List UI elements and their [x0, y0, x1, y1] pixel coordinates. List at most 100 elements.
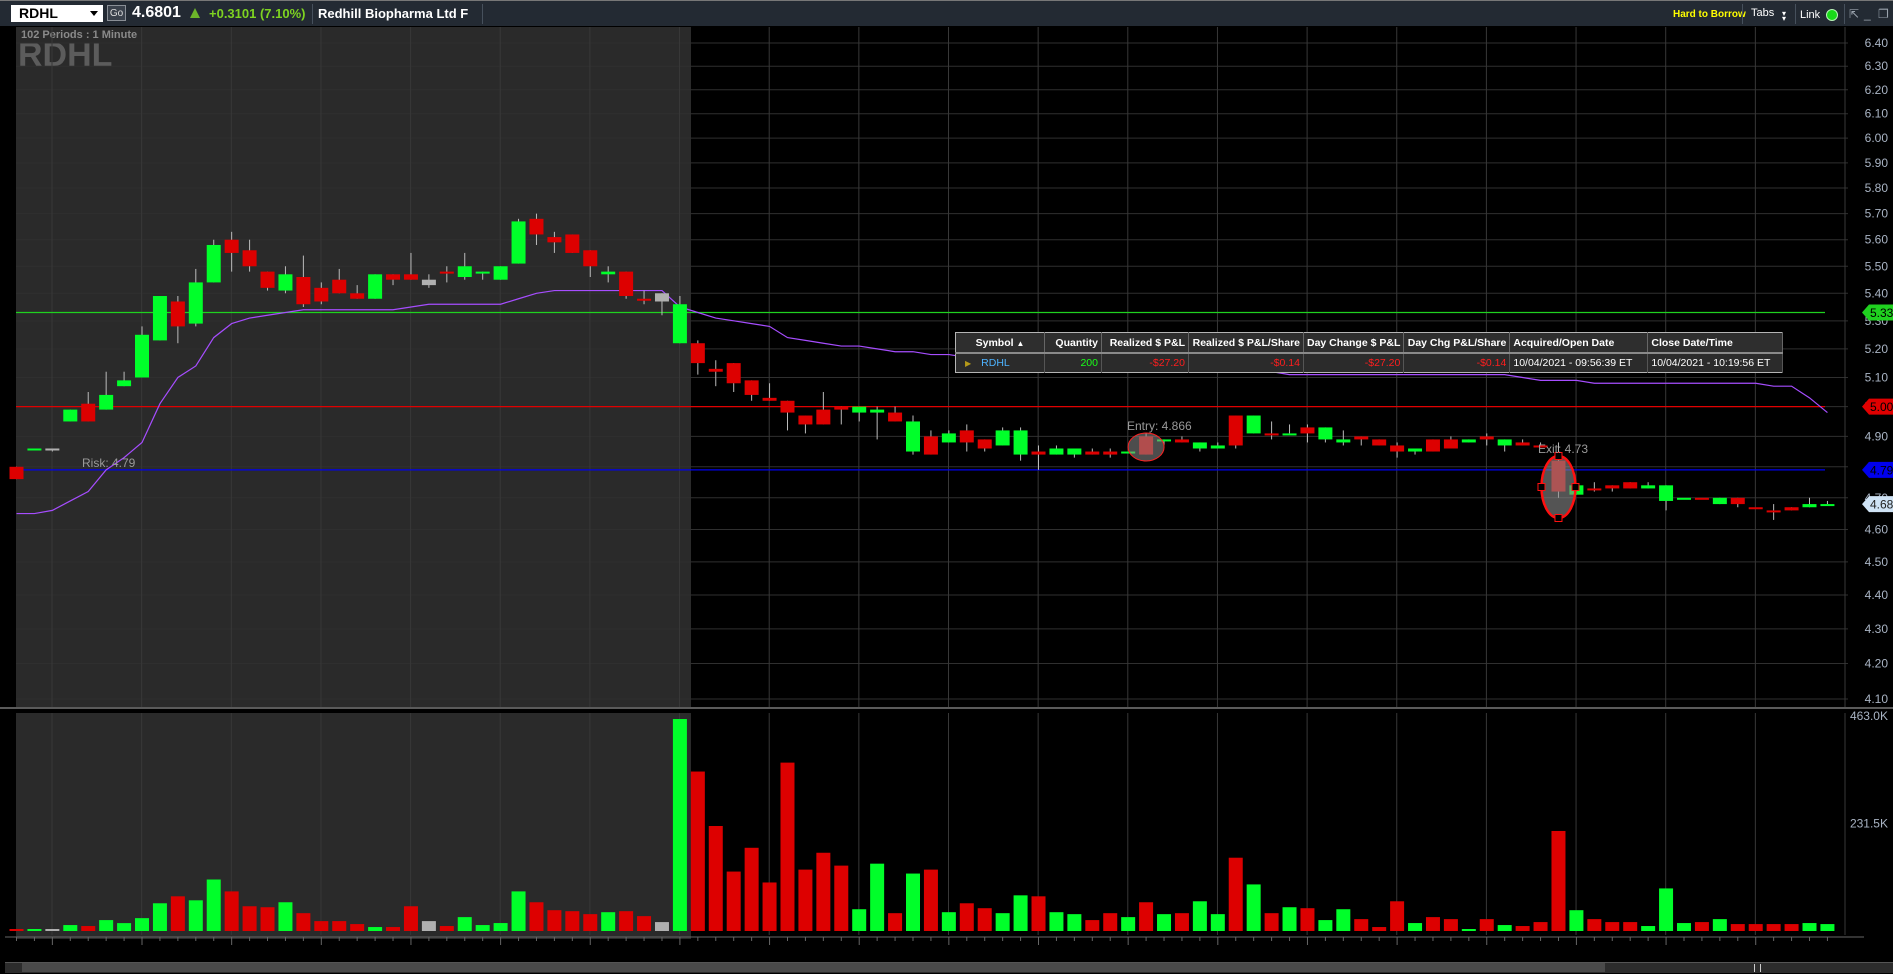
candle — [1605, 485, 1620, 492]
volume-bar — [45, 929, 60, 931]
scrollbar-thumb[interactable] — [22, 963, 1605, 972]
candle-body — [816, 409, 831, 425]
candle — [1300, 424, 1315, 443]
candle-body — [906, 421, 920, 452]
expand-row-icon[interactable]: ▶ — [965, 359, 971, 368]
column-day-change-pl[interactable]: Day Change $ P&L — [1303, 332, 1405, 354]
candle — [565, 234, 580, 253]
candle — [1730, 497, 1745, 508]
candle-body — [439, 271, 454, 274]
y-axis-label: 4.20 — [1865, 657, 1889, 671]
candle-body — [1515, 442, 1530, 446]
chart-canvas[interactable]: 6.40 6.30 6.20 6.10 6.00 5.90 5.80 5.70 5.60 5.50… — [0, 0, 1893, 974]
candle — [1515, 439, 1530, 446]
volume-bar — [1479, 919, 1494, 931]
candle — [1425, 439, 1440, 452]
candle — [278, 266, 293, 294]
volume-bar — [619, 911, 634, 931]
column-day-chg-pl-share[interactable]: Day Chg P&L/Share — [1403, 332, 1511, 354]
candle-body — [1210, 445, 1225, 449]
volume-bar — [726, 871, 741, 931]
volume-bar — [547, 910, 562, 931]
candle-body — [995, 430, 1010, 446]
volume-bar — [350, 924, 365, 931]
column-realized-pl-share[interactable]: Realized $ P&L/Share — [1188, 332, 1304, 354]
candle-body — [1192, 442, 1207, 449]
candle — [1192, 442, 1207, 452]
level-tag-text: 5.33 — [1870, 306, 1893, 320]
volume-bar — [1443, 919, 1458, 931]
candle — [1013, 427, 1028, 461]
candle-body — [1300, 427, 1315, 434]
volume-bar — [1497, 925, 1512, 931]
volume-bar — [242, 906, 257, 931]
y-axis-label: 5.90 — [1865, 156, 1889, 170]
column-realized-pl[interactable]: Realized $ P&L — [1101, 332, 1189, 354]
candle — [1694, 497, 1709, 500]
candle-body — [170, 301, 185, 327]
candle-body — [834, 406, 849, 410]
volume-bar — [1174, 913, 1189, 931]
candle — [135, 326, 150, 378]
candle-body — [1676, 497, 1691, 500]
candle — [619, 271, 634, 299]
volume-bar — [1336, 909, 1351, 931]
candle-body — [941, 433, 956, 443]
table-row[interactable]: ▶ RDHL 200 -$27.20 -$0.14 -$27.20 -$0.14 … — [955, 353, 1783, 373]
column-open-date[interactable]: Acquired/Open Date — [1509, 332, 1649, 354]
candle-body — [637, 298, 652, 301]
candle-body — [260, 271, 275, 288]
candle — [332, 268, 347, 294]
horizontal-scrollbar[interactable] — [5, 962, 1893, 973]
volume-bar — [439, 926, 454, 931]
volume-bar — [1766, 924, 1781, 931]
candle — [529, 213, 544, 245]
candle — [493, 266, 508, 280]
volume-bar — [1623, 922, 1638, 931]
volume-bar — [314, 921, 329, 931]
volume-bar — [1013, 895, 1028, 931]
candle — [834, 406, 849, 425]
candle-body — [117, 380, 132, 387]
exit-marker-handle — [1571, 483, 1580, 491]
exit-label: Exit: 4.73 — [1538, 442, 1588, 456]
candle — [1031, 445, 1046, 470]
volume-bar — [296, 913, 311, 931]
y-axis-label: 5.80 — [1865, 181, 1889, 195]
scrollbar-grip[interactable] — [1754, 964, 1761, 972]
candle-body — [583, 250, 598, 267]
level-tag-text: 4.79 — [1870, 463, 1893, 477]
candle — [511, 218, 526, 264]
column-close-date[interactable]: Close Date/Time — [1647, 332, 1783, 354]
candle-body — [959, 430, 974, 443]
candle — [1318, 427, 1333, 443]
volume-bar — [421, 921, 436, 931]
volume-bar — [1282, 907, 1297, 931]
candle-body — [672, 304, 687, 344]
volume-bar — [9, 929, 24, 931]
sort-asc-icon[interactable]: ▲ — [1016, 339, 1024, 348]
volume-bar — [1157, 914, 1172, 931]
column-label: Symbol — [975, 336, 1014, 349]
volume-axis-label: 231.5K — [1850, 817, 1888, 831]
column-symbol[interactable]: Symbol ▲ — [955, 332, 1045, 354]
candle — [1408, 448, 1423, 455]
candle — [314, 282, 329, 305]
volume-bar — [1264, 913, 1279, 931]
level-tag-text: 5.00 — [1870, 400, 1893, 414]
candle-body — [888, 412, 903, 422]
candle-body — [1049, 448, 1064, 455]
candle-body — [547, 237, 562, 243]
volume-bar — [1533, 922, 1548, 931]
candle — [1228, 415, 1243, 449]
column-quantity[interactable]: Quantity — [1044, 332, 1102, 354]
candle-body — [314, 287, 329, 302]
realized-pl-cell: -$27.20 — [1101, 353, 1189, 373]
open-date-cell: 10/04/2021 - 09:56:39 ET — [1509, 353, 1649, 373]
volume-bar — [1318, 920, 1333, 931]
candle-body — [386, 274, 401, 280]
volume-bar — [744, 847, 759, 931]
candle — [1587, 482, 1602, 492]
candle-body — [1067, 448, 1082, 455]
volume-bar — [906, 873, 920, 931]
